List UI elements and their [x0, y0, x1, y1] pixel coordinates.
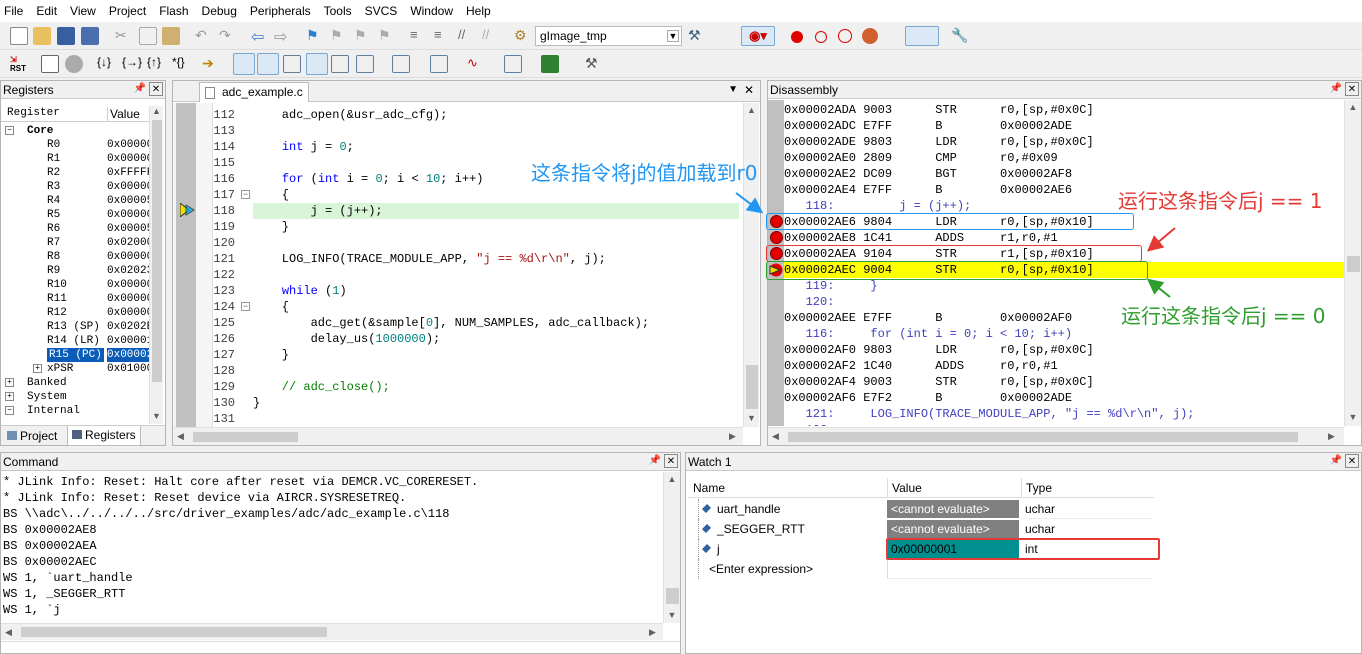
variable-icon — [701, 543, 712, 554]
command-hscroll[interactable]: ◀ ▶ — [1, 623, 663, 640]
command-output[interactable]: * JLink Info: Reset: Halt core after res… — [1, 474, 663, 624]
arrow-red — [1146, 227, 1176, 252]
watch-row-type: uchar — [1021, 519, 1153, 539]
enter-expression-input[interactable]: <Enter expression> — [698, 559, 886, 579]
column-type[interactable]: Type — [1021, 478, 1153, 498]
command-line: * JLink Info: Reset: Reset device via AI… — [3, 491, 407, 505]
watch-title: Watch 1 — [688, 455, 732, 469]
watch-row-name[interactable]: j — [698, 539, 886, 559]
arrow-green — [1146, 278, 1171, 298]
command-line: WS 1, `j — [3, 603, 61, 617]
pin-icon[interactable]: 📌 — [648, 454, 662, 468]
command-vscroll[interactable]: ▲ ▼ — [663, 472, 680, 623]
variable-icon — [701, 503, 712, 514]
scroll-thumb[interactable] — [666, 588, 679, 604]
command-line: * JLink Info: Reset: Halt core after res… — [3, 475, 479, 489]
scroll-thumb[interactable] — [21, 627, 327, 637]
watch-highlight-box — [886, 538, 1160, 560]
watch-title-bar: Watch 1 📌 ✕ — [686, 453, 1361, 471]
scroll-left-icon[interactable]: ◀ — [5, 627, 12, 638]
close-icon[interactable]: ✕ — [664, 454, 678, 468]
command-line: WS 1, _SEGGER_RTT — [3, 587, 126, 601]
arrow-blue — [735, 192, 764, 214]
command-panel: Command 📌 ✕ * JLink Info: Reset: Halt co… — [0, 452, 681, 654]
command-line: BS 0x00002AEC — [3, 555, 97, 569]
command-line: BS \\adc\../../../../src/driver_examples… — [3, 507, 450, 521]
command-title: Command — [3, 455, 59, 469]
watch-name-text: uart_handle — [717, 502, 781, 516]
command-input[interactable] — [1, 641, 680, 653]
command-line: WS 1, `uart_handle — [3, 571, 133, 585]
close-icon[interactable]: ✕ — [1345, 454, 1359, 468]
watch-row-name[interactable]: uart_handle — [698, 499, 886, 519]
command-line: BS 0x00002AE8 — [3, 523, 97, 537]
watch-name-text: _SEGGER_RTT — [717, 522, 805, 536]
column-name[interactable]: Name — [693, 481, 725, 495]
watch-row-value[interactable]: <cannot evaluate> — [887, 500, 1019, 518]
command-title-bar: Command 📌 ✕ — [1, 453, 680, 471]
scroll-right-icon[interactable]: ▶ — [649, 627, 656, 638]
column-value[interactable]: Value — [887, 478, 1023, 498]
watch-header: Name Value Type — [688, 478, 1154, 498]
watch-row-type: uchar — [1021, 499, 1153, 519]
variable-icon — [701, 523, 712, 534]
pin-icon[interactable]: 📌 — [1329, 454, 1343, 468]
watch-row-value[interactable]: <cannot evaluate> — [887, 520, 1019, 538]
watch-row-name[interactable]: _SEGGER_RTT — [698, 519, 886, 539]
command-line: BS 0x00002AEA — [3, 539, 97, 553]
scroll-down-icon[interactable]: ▼ — [664, 610, 680, 620]
watch-panel: Watch 1 📌 ✕ Name Value Type uart_handle <… — [685, 452, 1362, 654]
watch-name-text: j — [717, 542, 720, 556]
enter-expression-row — [887, 559, 1153, 579]
scroll-up-icon[interactable]: ▲ — [664, 474, 680, 484]
